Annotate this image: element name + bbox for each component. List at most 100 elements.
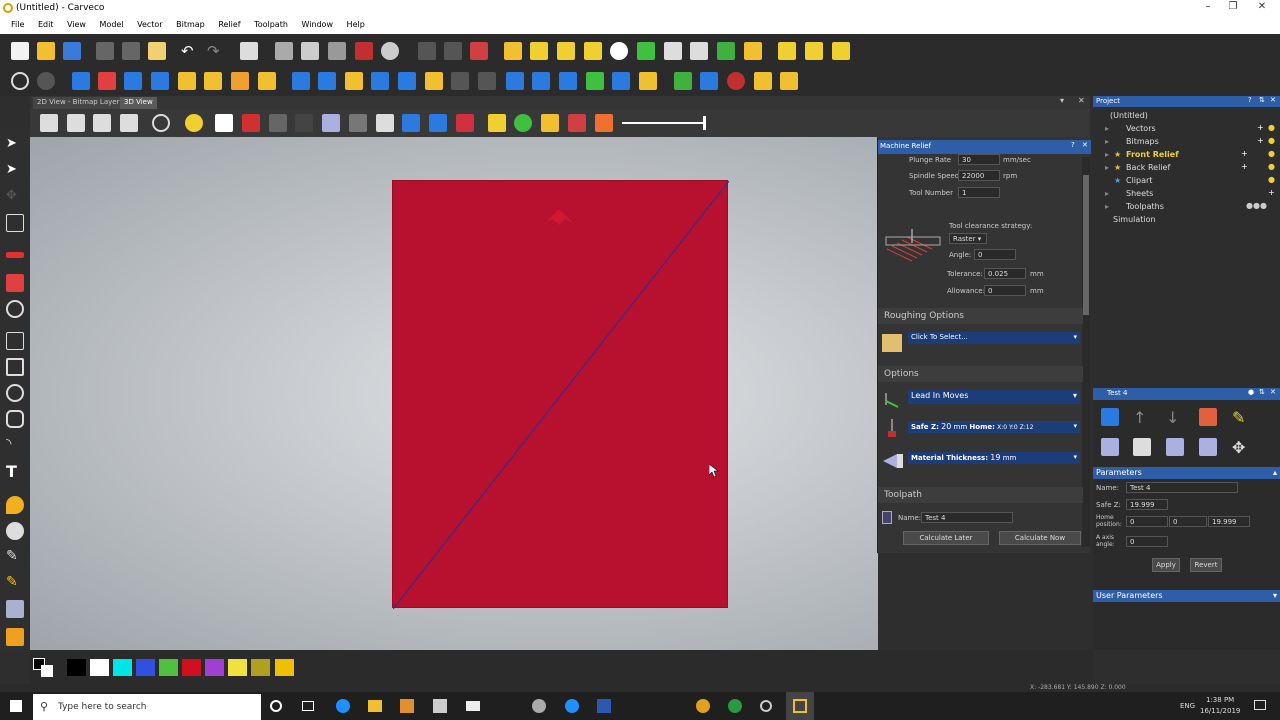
file-explorer-icon[interactable] — [368, 700, 382, 712]
roughing-folder-icon[interactable] — [882, 334, 902, 352]
arrow-icon[interactable] — [530, 42, 548, 60]
upwork-icon[interactable] — [728, 699, 742, 713]
project-close-icon[interactable]: ✕ — [1270, 96, 1276, 104]
project-help-icon[interactable]: ? — [1248, 96, 1252, 104]
circle-icon[interactable] — [6, 384, 24, 402]
word-icon[interactable] — [597, 699, 611, 713]
windows-start-icon[interactable] — [10, 700, 22, 712]
relief-model[interactable] — [392, 180, 729, 609]
scale-relief-icon[interactable] — [345, 72, 363, 90]
save-toolpath-icon[interactable] — [1101, 408, 1119, 426]
sheet-icon[interactable] — [1133, 438, 1151, 456]
merge-icon[interactable] — [717, 42, 735, 60]
palette-color[interactable] — [182, 659, 201, 676]
blue-relief-icon[interactable] — [429, 114, 447, 132]
scrollbar[interactable] — [1082, 157, 1090, 547]
grid-icon[interactable] — [328, 42, 346, 60]
curve-icon[interactable] — [584, 42, 602, 60]
polyline-icon[interactable] — [6, 332, 24, 350]
expand-sheets-icon[interactable]: ▸ — [1105, 189, 1109, 198]
spindle-input[interactable]: 22000 — [958, 170, 1000, 181]
shade-icon[interactable] — [349, 114, 367, 132]
palette-color[interactable] — [136, 659, 155, 676]
options-header[interactable]: Options — [878, 366, 1083, 382]
menu-vector[interactable]: Vector — [137, 16, 163, 29]
star-icon[interactable] — [610, 42, 628, 60]
wand-icon[interactable] — [355, 42, 373, 60]
language-indicator[interactable]: ENG — [1180, 702, 1195, 710]
rubber-icon[interactable] — [6, 600, 24, 618]
clipart-visibility-icon[interactable]: ● — [1268, 175, 1275, 184]
view-layer-icon[interactable] — [376, 114, 394, 132]
toolpath-header[interactable]: Toolpath — [878, 487, 1083, 503]
shape-icon[interactable] — [664, 42, 682, 60]
undo-icon[interactable]: ↶ — [181, 42, 199, 60]
zoom-view-icon[interactable] — [152, 114, 170, 132]
tree-item-toolpaths[interactable]: Toolpaths — [1126, 202, 1164, 211]
tree-item-clipart[interactable]: Clipart — [1126, 176, 1152, 185]
expand-back-relief-icon[interactable]: ▸ — [1105, 163, 1109, 172]
menu-relief[interactable]: Relief — [218, 16, 240, 29]
subtract-relief-icon[interactable] — [318, 72, 336, 90]
test-panel-pin-icon[interactable]: ● — [1248, 388, 1254, 396]
close-icon[interactable]: ✕ — [1255, 1, 1269, 15]
redo-icon[interactable]: ↷ — [207, 42, 225, 60]
folder-vector-icon[interactable] — [504, 42, 522, 60]
parameters-header[interactable]: Parameters ▴ — [1093, 467, 1280, 479]
simulate-icon[interactable] — [1166, 438, 1184, 456]
move-down-icon[interactable]: ↓ — [1166, 408, 1184, 427]
scrollbar-thumb[interactable] — [1083, 175, 1089, 315]
menu-model[interactable]: Model — [100, 16, 124, 29]
menu-view[interactable]: View — [67, 16, 86, 29]
compass-icon[interactable] — [381, 42, 399, 60]
help-icon[interactable]: ? — [1071, 141, 1075, 149]
add-relief-icon[interactable] — [292, 72, 310, 90]
cut-icon[interactable] — [96, 42, 114, 60]
hatch-icon[interactable] — [805, 42, 823, 60]
delete-icon[interactable] — [1199, 408, 1217, 426]
tree-item-back-relief[interactable]: Back Relief — [1126, 163, 1170, 172]
project-pin-icon[interactable]: ⇅ — [1259, 96, 1265, 104]
join-icon[interactable] — [444, 42, 462, 60]
settings-icon[interactable] — [37, 72, 55, 90]
obs-icon[interactable] — [760, 700, 772, 712]
menu-edit[interactable]: Edit — [38, 16, 54, 29]
new-file-icon[interactable] — [11, 42, 29, 60]
axes-icon[interactable] — [242, 114, 260, 132]
iso-view-icon[interactable] — [40, 114, 58, 132]
safe-z-select[interactable]: Safe Z: 20 mm Home: X:0 Y:0 Z:12 ▾ — [908, 421, 1080, 433]
calculate-later-button[interactable]: Calculate Later — [903, 531, 989, 545]
rainbow-icon[interactable] — [595, 114, 613, 132]
save-icon[interactable] — [63, 42, 81, 60]
taskbar-search[interactable]: Type here to search — [33, 694, 261, 720]
tab-3d-view[interactable]: 3D View — [120, 97, 157, 109]
bitmap-visibility-icon[interactable]: ● — [1268, 136, 1275, 145]
red-relief-icon[interactable] — [456, 114, 474, 132]
brush-icon[interactable] — [6, 522, 24, 540]
mirror-icon[interactable] — [478, 72, 496, 90]
erase-tool-icon[interactable] — [6, 274, 24, 292]
tool-view-icon[interactable] — [541, 114, 559, 132]
media-icon[interactable] — [400, 699, 414, 713]
eraser-icon[interactable] — [98, 72, 116, 90]
preview-icon[interactable] — [1199, 438, 1217, 456]
move-up-icon[interactable]: ↑ — [1133, 408, 1151, 427]
front-relief-visibility-icon[interactable]: ● — [1268, 149, 1275, 158]
tile-icon[interactable] — [231, 72, 249, 90]
layer-icon[interactable] — [506, 72, 524, 90]
param-safez-input[interactable]: 19.999 — [1126, 499, 1168, 510]
clock-time[interactable]: 1:38 PM — [1206, 696, 1234, 704]
sim-icon[interactable] — [727, 72, 745, 90]
app-icon[interactable] — [532, 699, 546, 713]
offset-icon[interactable] — [301, 42, 319, 60]
expand-front-relief-icon[interactable]: ▸ — [1105, 150, 1109, 159]
vector-tool-icon[interactable] — [418, 42, 436, 60]
pen-icon[interactable]: ✎ — [6, 548, 24, 566]
top-view-icon[interactable] — [120, 114, 138, 132]
calculate-now-button[interactable]: Calculate Now — [999, 531, 1081, 545]
rectangle-icon[interactable] — [6, 358, 24, 376]
node-edit-icon[interactable]: ➤ — [6, 162, 24, 180]
panel-close-icon[interactable]: ✕ — [1082, 141, 1088, 149]
copy-icon[interactable] — [122, 42, 140, 60]
tree-item-simulation[interactable]: Simulation — [1113, 215, 1156, 224]
